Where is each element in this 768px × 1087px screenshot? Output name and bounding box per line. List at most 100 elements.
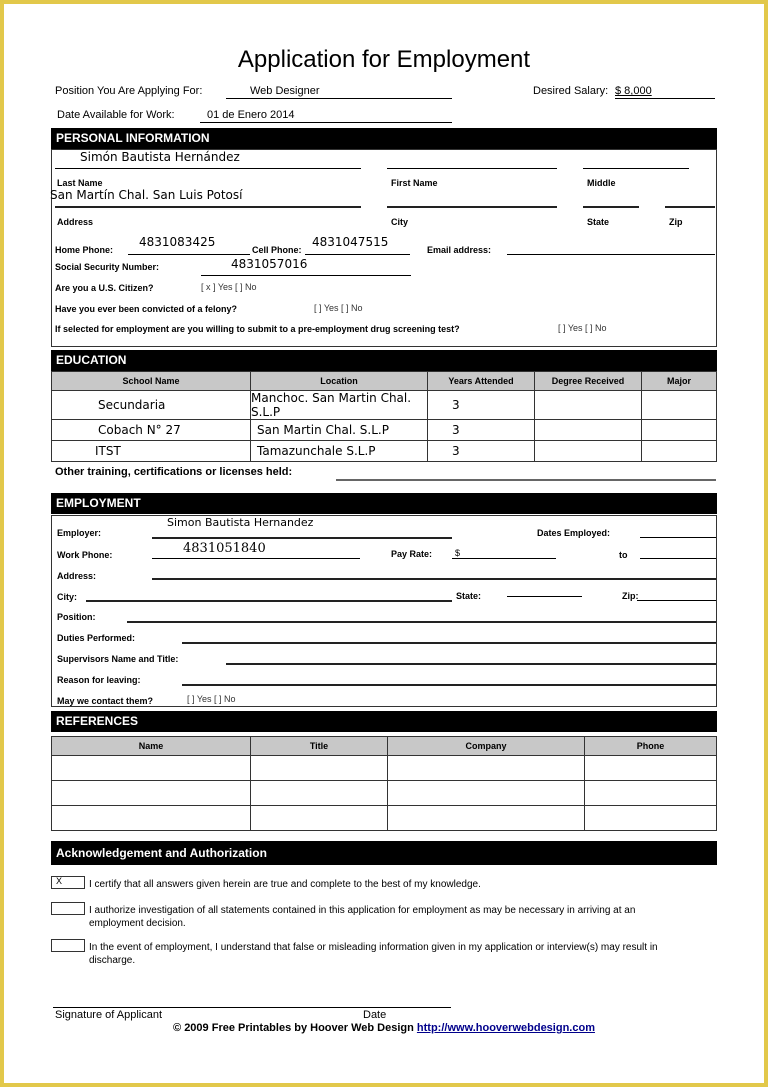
work-phone-field[interactable]: 4831051840 — [183, 541, 266, 556]
cell-phone-label: Cell Phone: — [252, 245, 302, 255]
education-location-cell[interactable]: Manchoc. San Martin Chal. S.L.P — [250, 390, 428, 420]
education-school-cell[interactable]: Cobach N° 27 — [51, 419, 251, 441]
cell-phone-field[interactable]: 4831047515 — [312, 235, 388, 249]
page-title: Application for Employment — [237, 46, 531, 73]
employment-state-label: State: — [456, 591, 482, 601]
reference-phone-cell[interactable] — [584, 805, 717, 831]
position-field[interactable]: Web Designer — [250, 85, 320, 97]
education-degree-cell[interactable] — [534, 440, 642, 462]
date-available-field[interactable]: 01 de Enero 2014 — [207, 109, 294, 121]
employment-zip-field[interactable] — [637, 600, 716, 601]
state-label: State — [587, 217, 610, 227]
name-field[interactable]: Simón Bautista Hernández — [80, 150, 240, 164]
dates-employed-from-field[interactable] — [640, 537, 716, 538]
to-label: to — [619, 550, 628, 560]
education-years-cell[interactable]: 3 — [427, 440, 535, 462]
references-col-phone: Phone — [584, 736, 717, 756]
education-major-cell[interactable] — [641, 419, 717, 441]
education-school-cell[interactable]: Secundaria — [51, 390, 251, 420]
ssn-field[interactable]: 4831057016 — [231, 257, 307, 271]
footer-link[interactable]: http://www.hooverwebdesign.com — [417, 1022, 595, 1034]
duties-field[interactable] — [182, 642, 716, 644]
reason-leaving-label: Reason for leaving: — [57, 675, 141, 685]
education-col-major: Major — [641, 371, 717, 391]
employment-position-field[interactable] — [127, 621, 716, 623]
education-location-cell[interactable]: Tamazunchale S.L.P — [250, 440, 428, 462]
supervisor-field[interactable] — [226, 663, 716, 665]
education-section-header: EDUCATION — [51, 350, 717, 371]
employment-city-label: City: — [57, 592, 77, 602]
reference-company-cell[interactable] — [387, 755, 585, 781]
education-years-cell[interactable]: 3 — [427, 390, 535, 420]
felony-options[interactable]: [ ] Yes [ ] No — [314, 303, 363, 313]
reference-company-cell[interactable] — [387, 780, 585, 806]
contact-options[interactable]: [ ] Yes [ ] No — [187, 694, 236, 704]
references-section-header: REFERENCES — [51, 711, 717, 732]
pay-rate-field[interactable]: $ — [455, 548, 460, 558]
contact-label: May we contact them? — [57, 696, 154, 706]
first-name-line — [387, 168, 557, 169]
city-line — [387, 206, 557, 208]
reference-phone-cell[interactable] — [584, 755, 717, 781]
drug-test-label: If selected for employment are you willi… — [55, 324, 460, 334]
supervisor-label: Supervisors Name and Title: — [57, 654, 179, 664]
reference-title-cell[interactable] — [250, 755, 388, 781]
references-col-title: Title — [250, 736, 388, 756]
pay-rate-line — [452, 558, 556, 559]
ack-certify-checkbox[interactable]: X — [51, 876, 85, 889]
education-row: Secundaria Manchoc. San Martin Chal. S.L… — [51, 390, 717, 420]
education-years-cell[interactable]: 3 — [427, 419, 535, 441]
reference-title-cell[interactable] — [250, 780, 388, 806]
other-training-field[interactable] — [336, 479, 716, 481]
other-training-label: Other training, certifications or licens… — [55, 466, 293, 478]
signature-line[interactable] — [53, 1007, 451, 1008]
acknowledgement-title: Acknowledgement and Authorization — [56, 846, 267, 860]
employment-section-box — [51, 515, 717, 707]
education-major-cell[interactable] — [641, 390, 717, 420]
ack-authorize-text: I authorize investigation of all stateme… — [89, 905, 636, 929]
home-phone-field[interactable]: 4831083425 — [139, 235, 215, 249]
reason-leaving-field[interactable] — [182, 684, 716, 686]
ack-discharge-text: In the event of employment, I understand… — [89, 942, 658, 966]
first-name-label: First Name — [391, 178, 438, 188]
employment-address-field[interactable] — [152, 578, 716, 580]
position-label: Position You Are Applying For: — [55, 85, 203, 97]
education-school-cell[interactable]: ITST — [51, 440, 251, 462]
pay-rate-label: Pay Rate: — [391, 549, 433, 559]
zip-label: Zip — [669, 217, 683, 227]
ack-authorize-checkbox[interactable] — [51, 902, 85, 915]
education-degree-cell[interactable] — [534, 419, 642, 441]
education-major-cell[interactable] — [641, 440, 717, 462]
drug-test-options[interactable]: [ ] Yes [ ] No — [558, 323, 607, 333]
last-name-label: Last Name — [57, 178, 103, 188]
date-label: Date — [363, 1009, 387, 1021]
education-col-school: School Name — [51, 371, 251, 391]
acknowledgement-section-header: Acknowledgement and Authorization — [51, 841, 717, 865]
address-label: Address — [57, 217, 94, 227]
ack-discharge-checkbox[interactable] — [51, 939, 85, 952]
employer-line — [152, 537, 452, 539]
dates-employed-to-field[interactable] — [640, 558, 716, 559]
reference-phone-cell[interactable] — [584, 780, 717, 806]
employment-section-header: EMPLOYMENT — [51, 493, 717, 514]
employment-state-field[interactable] — [507, 596, 582, 597]
citizen-options[interactable]: [ x ] Yes [ ] No — [201, 282, 257, 292]
education-degree-cell[interactable] — [534, 390, 642, 420]
middle-label: Middle — [587, 178, 616, 188]
dates-employed-label: Dates Employed: — [537, 528, 611, 538]
salary-field[interactable]: $ 8,000 — [615, 85, 652, 97]
reference-name-cell[interactable] — [51, 805, 251, 831]
address-field[interactable]: San Martín Chal. San Luis Potosí — [50, 188, 242, 202]
education-location-cell[interactable]: San Martin Chal. S.L.P — [250, 419, 428, 441]
employment-city-field[interactable] — [86, 600, 452, 602]
employer-label: Employer: — [57, 528, 102, 538]
ssn-line — [201, 275, 411, 276]
email-label: Email address: — [427, 245, 492, 255]
reference-name-cell[interactable] — [51, 755, 251, 781]
reference-title-cell[interactable] — [250, 805, 388, 831]
employer-field[interactable]: Simon Bautista Hernandez — [167, 516, 313, 529]
email-field[interactable] — [507, 254, 715, 255]
reference-name-cell[interactable] — [51, 780, 251, 806]
references-row — [51, 805, 717, 831]
reference-company-cell[interactable] — [387, 805, 585, 831]
